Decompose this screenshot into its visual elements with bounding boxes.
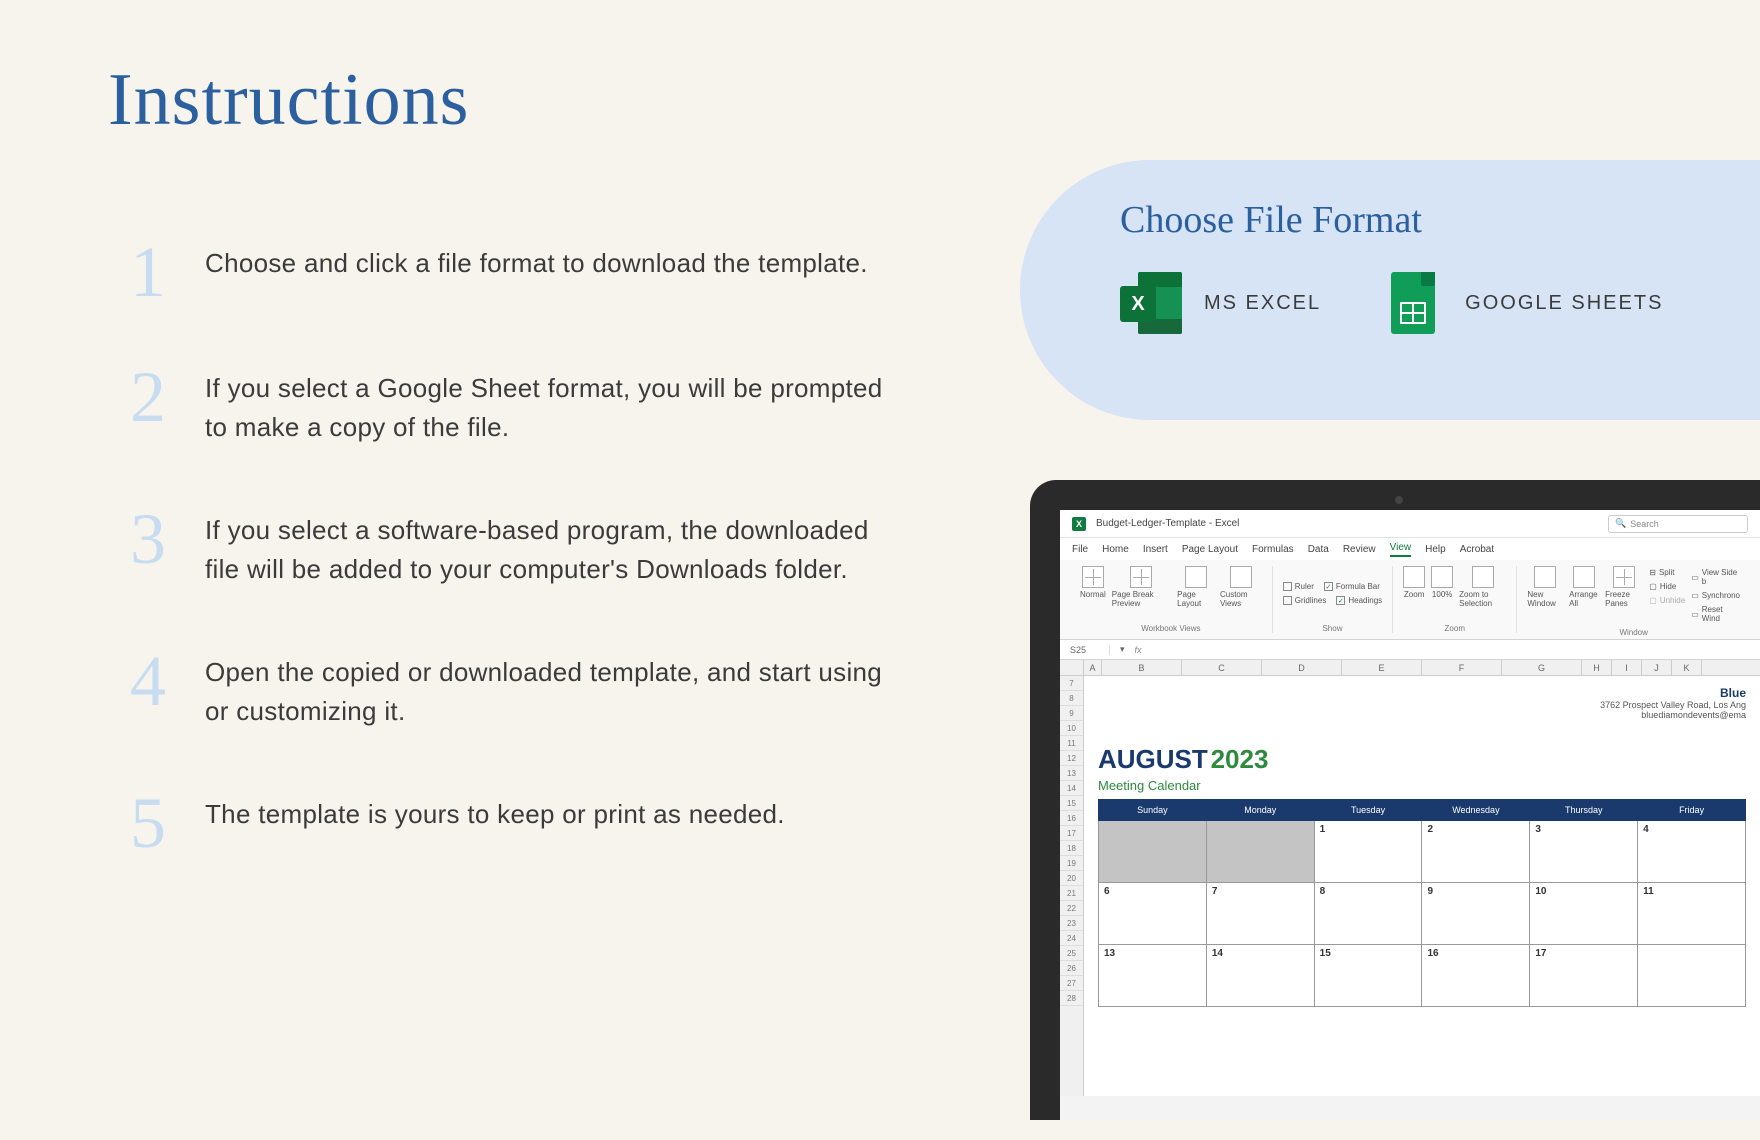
step-2: 2If you select a Google Sheet format, yo… (130, 365, 910, 447)
menu-formulas: Formulas (1252, 544, 1294, 555)
laptop-mockup: X Budget-Ledger-Template - Excel 🔍Search… (1030, 480, 1760, 1140)
menu-acrobat: Acrobat (1460, 544, 1494, 555)
ribbon: Normal Page Break Preview Page Layout Cu… (1060, 560, 1760, 640)
fx-label: fx (1135, 645, 1142, 655)
sheet-body: 7891011121314151617181920212223242526272… (1060, 676, 1760, 1096)
menu-pagelayout: Page Layout (1182, 544, 1238, 555)
step-text: Choose and click a file format to downlo… (205, 240, 868, 283)
google-sheets-option[interactable]: GOOGLE SHEETS (1381, 272, 1663, 334)
excel-app-icon: X (1072, 517, 1086, 531)
excel-screenshot: X Budget-Ledger-Template - Excel 🔍Search… (1060, 510, 1760, 1120)
step-text: If you select a software-based program, … (205, 507, 910, 589)
calendar-subtitle: Meeting Calendar (1098, 778, 1746, 793)
menu-bar: File Home Insert Page Layout Formulas Da… (1060, 538, 1760, 560)
laptop-frame: X Budget-Ledger-Template - Excel 🔍Search… (1030, 480, 1760, 1120)
ribbon-group-window: New Window Arrange All Freeze Panes ⊟Spl… (1517, 566, 1750, 633)
page-title: Instructions (108, 58, 469, 143)
menu-review: Review (1343, 544, 1376, 555)
steps-list: 1Choose and click a file format to downl… (130, 240, 910, 916)
file-title: Budget-Ledger-Template - Excel (1096, 518, 1239, 529)
excel-icon: X (1120, 272, 1182, 334)
option-label: GOOGLE SHEETS (1465, 292, 1663, 315)
formula-bar: S25 ▾ fx (1060, 640, 1760, 660)
search-box: 🔍Search (1608, 515, 1748, 533)
panel-title: Choose File Format (1120, 198, 1720, 242)
ribbon-group-show: Ruler ✓Formula Bar Gridlines ✓Headings S… (1273, 566, 1393, 633)
column-headers: A B C D E F G H I J K (1060, 660, 1760, 676)
menu-data: Data (1308, 544, 1329, 555)
step-text: Open the copied or downloaded template, … (205, 649, 910, 731)
dropdown-icon: ▾ (1120, 644, 1125, 655)
step-1: 1Choose and click a file format to downl… (130, 240, 910, 305)
step-number: 1 (130, 240, 205, 305)
step-text: The template is yours to keep or print a… (205, 791, 785, 834)
menu-view: View (1390, 542, 1412, 557)
ribbon-group-views: Normal Page Break Preview Page Layout Cu… (1070, 566, 1273, 633)
step-number: 4 (130, 649, 205, 714)
step-text: If you select a Google Sheet format, you… (205, 365, 910, 447)
step-4: 4Open the copied or downloaded template,… (130, 649, 910, 731)
month-label: AUGUST (1098, 744, 1208, 774)
company-info: Blue 3762 Prospect Valley Road, Los Ang … (1600, 686, 1746, 720)
titlebar: X Budget-Ledger-Template - Excel 🔍Search (1060, 510, 1760, 538)
file-format-panel: Choose File Format X MS EXCEL GOOGLE SHE… (1020, 160, 1760, 420)
option-label: MS EXCEL (1204, 292, 1321, 315)
calendar-table: SundayMondayTuesdayWednesdayThursdayFrid… (1098, 799, 1746, 1007)
year-label: 2023 (1211, 744, 1269, 774)
format-options: X MS EXCEL GOOGLE SHEETS (1120, 272, 1720, 334)
step-3: 3If you select a software-based program,… (130, 507, 910, 589)
row-numbers: 7891011121314151617181920212223242526272… (1060, 676, 1084, 1096)
cell-ref: S25 (1070, 645, 1110, 655)
menu-home: Home (1102, 544, 1129, 555)
step-number: 5 (130, 791, 205, 856)
sheets-icon (1381, 272, 1443, 334)
ms-excel-option[interactable]: X MS EXCEL (1120, 272, 1321, 334)
menu-file: File (1072, 544, 1088, 555)
step-number: 3 (130, 507, 205, 572)
step-5: 5The template is yours to keep or print … (130, 791, 910, 856)
ribbon-group-zoom: Zoom 100% Zoom to Selection Zoom (1393, 566, 1517, 633)
menu-insert: Insert (1143, 544, 1168, 555)
step-number: 2 (130, 365, 205, 430)
sheet-content: Blue 3762 Prospect Valley Road, Los Ang … (1084, 676, 1760, 1096)
menu-help: Help (1425, 544, 1446, 555)
